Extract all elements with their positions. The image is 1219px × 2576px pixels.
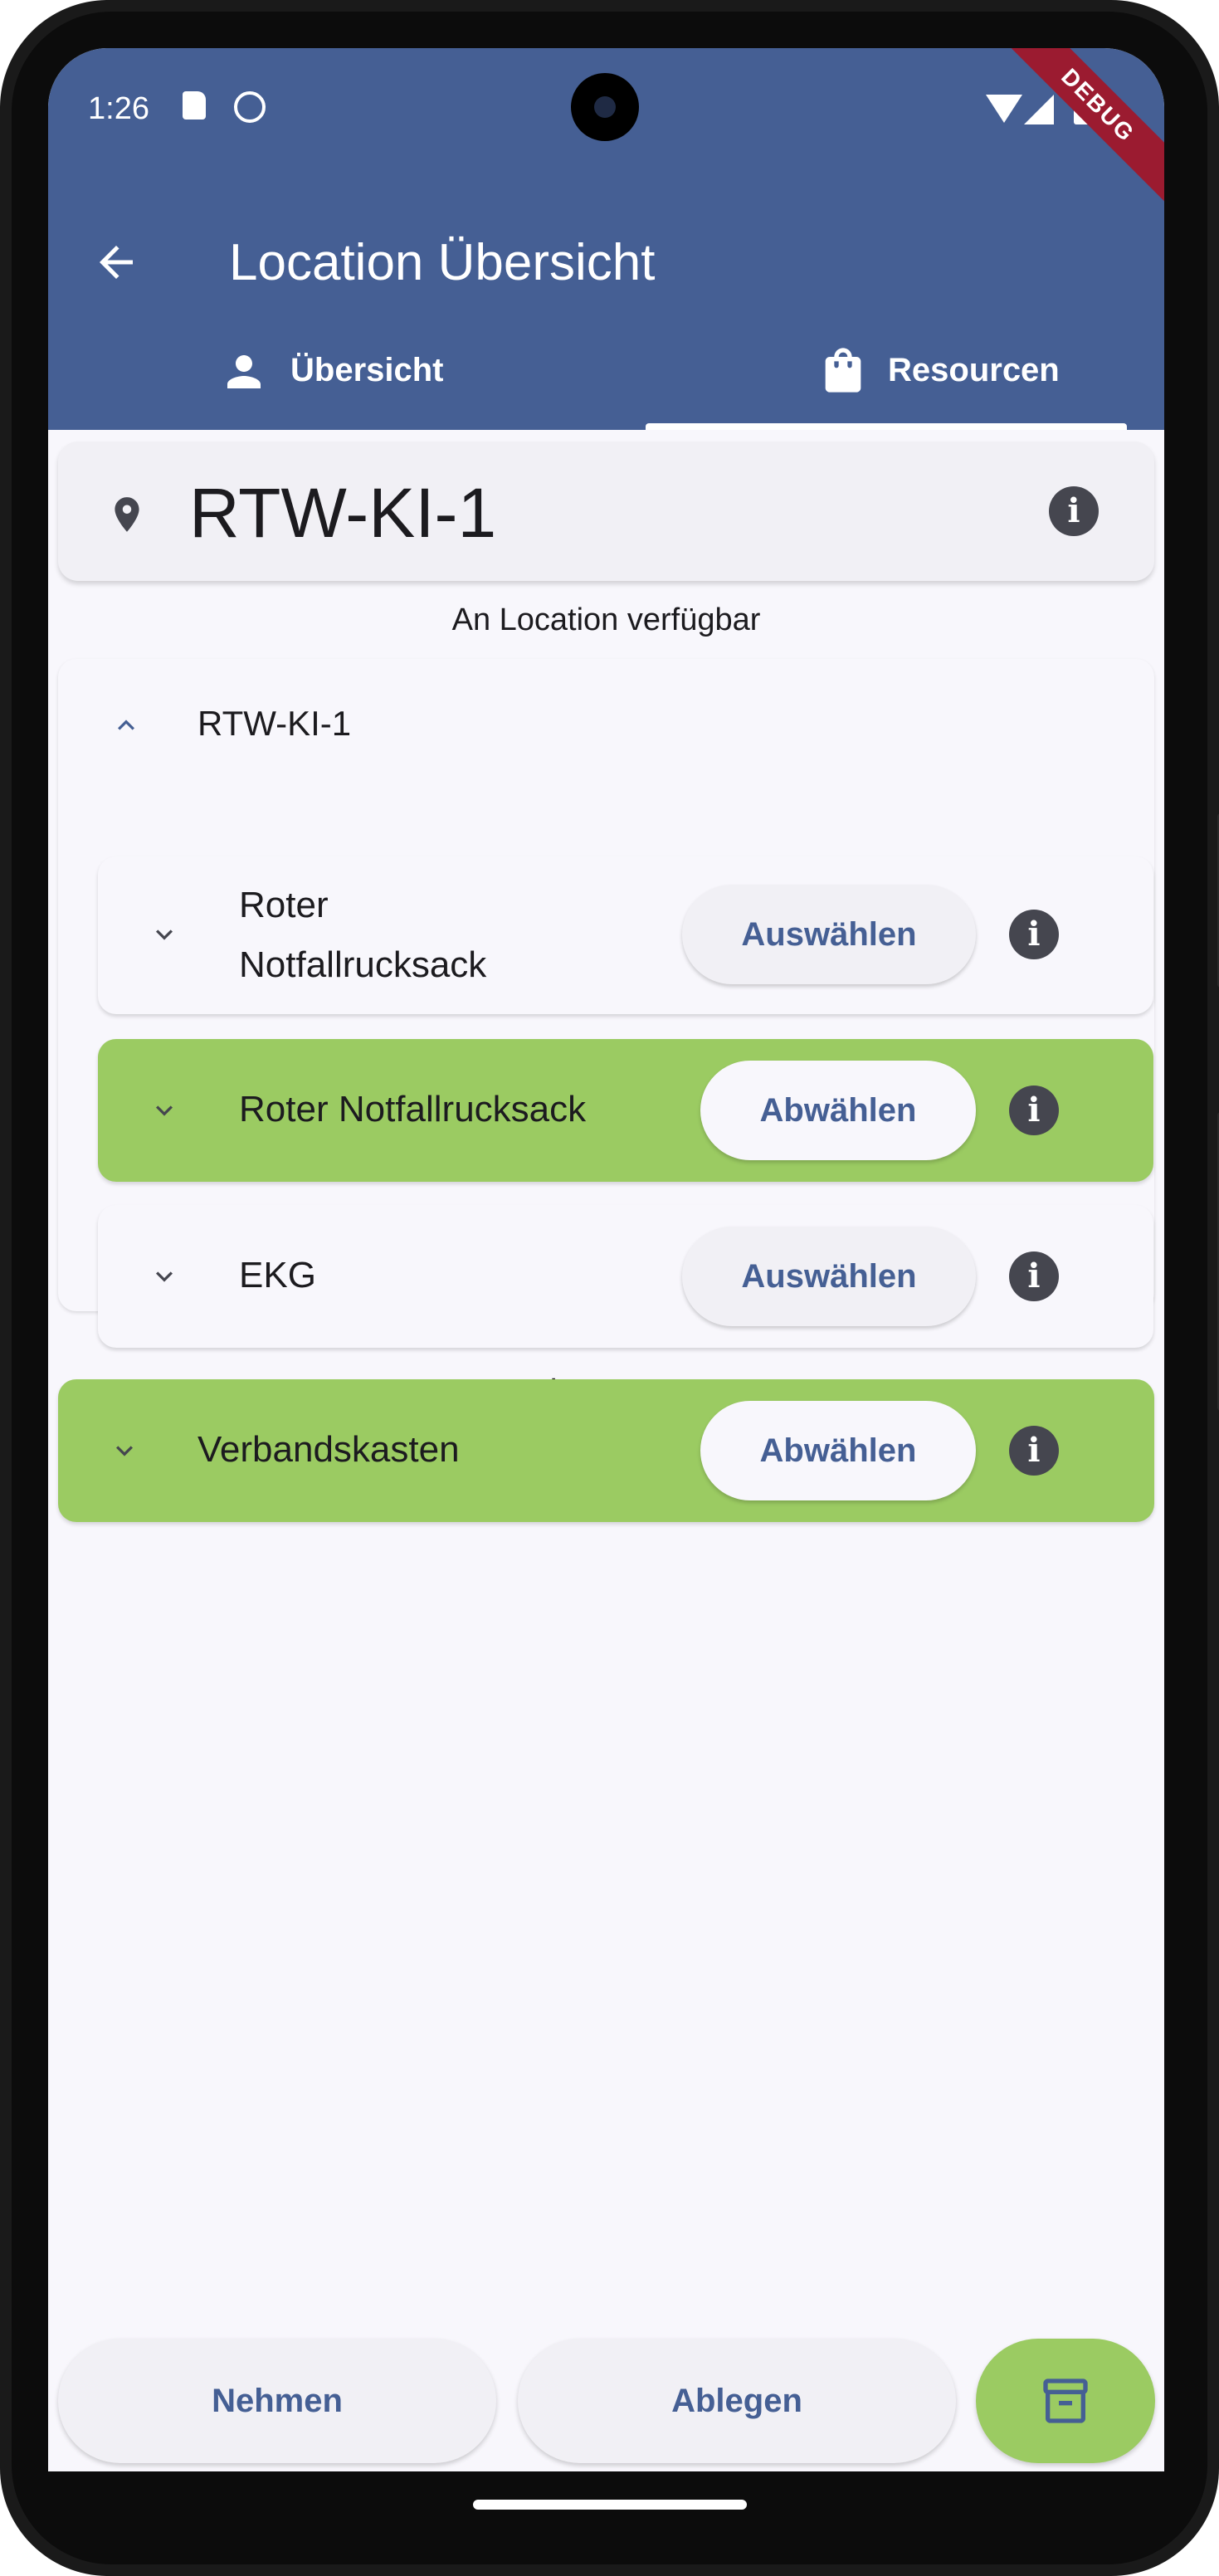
inventory-item-selected[interactable]: Verbandskasten Abwählen i [58, 1379, 1154, 1522]
select-button[interactable]: Auswählen [682, 885, 976, 984]
item-label-line2: Notfallrucksack [239, 944, 487, 985]
deselect-button[interactable]: Abwählen [700, 1061, 976, 1160]
info-icon[interactable]: i [1009, 1086, 1059, 1135]
item-label-line1: Roter [239, 885, 329, 925]
status-bar: 1:26 DEBUG [48, 48, 1164, 208]
sd-card-icon [183, 91, 206, 120]
chevron-down-icon [156, 929, 173, 940]
location-name: RTW-KI-1 [189, 474, 497, 552]
archive-icon [1043, 2378, 1088, 2423]
debug-banner: DEBUG [995, 48, 1164, 208]
page-title: Location Übersicht [229, 234, 656, 291]
item-label: Roter Notfallrucksack [239, 1089, 587, 1129]
home-indicator[interactable] [473, 2500, 747, 2510]
signal-icon [1024, 95, 1054, 124]
tab-indicator [646, 423, 1127, 430]
archive-button[interactable] [976, 2339, 1155, 2463]
title-bar: Location Übersicht [48, 214, 1164, 314]
person-icon [227, 355, 261, 388]
chevron-up-icon [118, 720, 134, 730]
back-arrow-icon[interactable] [91, 237, 141, 287]
notification-icon [234, 91, 266, 123]
list-item[interactable]: EKG Auswählen i [98, 1205, 1153, 1348]
location-pin-icon [115, 497, 139, 532]
screen: 1:26 DEBUG Location Übersicht Übersicht … [48, 48, 1164, 2471]
location-card: RTW-KI-1 i [58, 442, 1154, 581]
chevron-down-icon [156, 1105, 173, 1116]
group-title: RTW-KI-1 [197, 704, 352, 743]
tab-label: Resourcen [888, 352, 1060, 388]
front-camera [571, 73, 639, 141]
app-bar: 1:26 DEBUG Location Übersicht Übersicht … [48, 48, 1164, 430]
list-item[interactable]: Roter Notfallrucksack Auswählen i [98, 856, 1153, 1014]
chevron-down-icon [156, 1271, 173, 1282]
info-icon[interactable]: i [1009, 1426, 1059, 1476]
info-icon[interactable]: i [1009, 1251, 1059, 1301]
tab-label: Übersicht [290, 352, 444, 388]
shopping-bag-icon [825, 348, 861, 393]
select-button[interactable]: Auswählen [682, 1227, 976, 1326]
tab-uebersicht[interactable]: Übersicht [48, 330, 606, 430]
group-header[interactable]: RTW-KI-1 [58, 659, 1154, 792]
info-icon[interactable]: i [1049, 486, 1099, 536]
take-button[interactable]: Nehmen [58, 2339, 496, 2463]
tab-bar: Übersicht Resourcen [48, 330, 1164, 430]
wifi-icon [986, 95, 1022, 123]
info-icon[interactable]: i [1009, 910, 1059, 959]
tab-resourcen[interactable]: Resourcen [606, 330, 1163, 430]
status-time: 1:26 [88, 91, 149, 126]
section-heading-available: An Location verfügbar [451, 603, 761, 637]
chevron-down-icon [116, 1446, 133, 1456]
list-item-selected[interactable]: Roter Notfallrucksack Abwählen i [98, 1039, 1153, 1182]
item-label: EKG [239, 1255, 316, 1295]
device-frame: 1:26 DEBUG Location Übersicht Übersicht … [0, 0, 1219, 2576]
drop-button[interactable]: Ablegen [518, 2339, 956, 2463]
item-label: Verbandskasten [197, 1429, 460, 1470]
deselect-button[interactable]: Abwählen [700, 1401, 976, 1500]
location-group: RTW-KI-1 Roter Notfallrucksack Auswählen… [58, 659, 1154, 1348]
